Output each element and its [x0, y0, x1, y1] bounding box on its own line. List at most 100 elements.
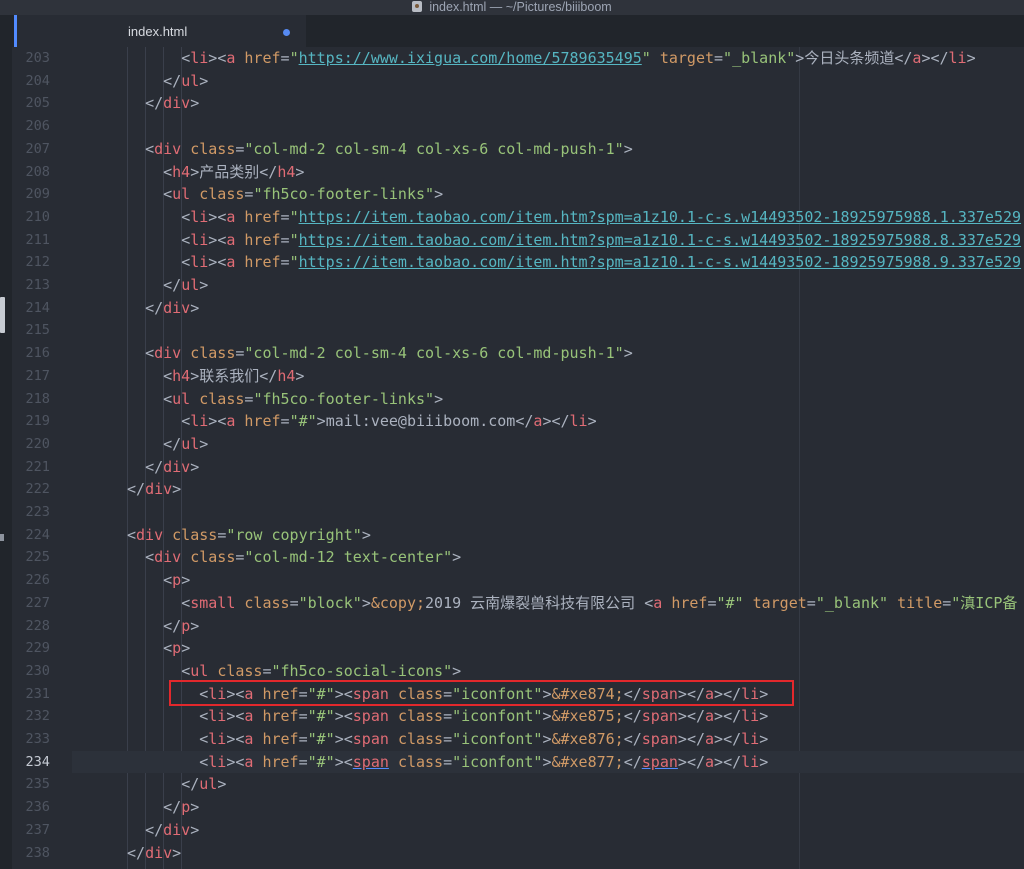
- line-number-gutter: 203 204 205 206 207 208 209 210 211 212 213 214 215 2…: [12, 47, 72, 869]
- tab-title: index.html: [128, 24, 188, 39]
- line-number: 231: [25, 685, 50, 702]
- code-text: </div>: [145, 298, 200, 317]
- line-number: 208: [25, 163, 50, 180]
- tab-index-html[interactable]: index.html: [14, 15, 306, 47]
- line-number: 225: [25, 549, 50, 566]
- line-number: 234: [25, 753, 50, 770]
- code-text: <h4>联系我们</h4>: [163, 366, 305, 385]
- window-title: index.html — ~/Pictures/biiiboom: [429, 0, 612, 14]
- left-dock-edge: [0, 47, 12, 869]
- line-number: 218: [25, 390, 50, 407]
- code-line[interactable]: <div class="col-md-12 text-center">: [72, 546, 1024, 569]
- line-number: 229: [25, 640, 50, 657]
- code-text: </div>: [145, 457, 200, 476]
- code-line[interactable]: <li><a href="https://item.taobao.com/ite…: [72, 229, 1024, 252]
- highlight-annotation-box: [169, 680, 794, 706]
- code-line[interactable]: <div class="col-md-2 col-sm-4 col-xs-6 c…: [72, 342, 1024, 365]
- code-text: <li><a href="#">mail:vee@biiiboom.com</a…: [181, 412, 597, 431]
- dock-handle[interactable]: [0, 297, 5, 333]
- line-number: 213: [25, 277, 50, 293]
- code-text: </p>: [163, 798, 200, 817]
- code-line[interactable]: [72, 501, 1024, 524]
- code-line[interactable]: </p>: [72, 615, 1024, 638]
- code-text: <li><a href="#"><span class="iconfont">&…: [199, 730, 769, 748]
- line-number: 215: [25, 322, 50, 339]
- unsaved-dot-icon[interactable]: [283, 29, 290, 36]
- code-text: </div>: [145, 820, 200, 839]
- line-number: 219: [25, 413, 50, 430]
- code-text: <li><a href="#"><span class="iconfont">&…: [199, 752, 769, 771]
- line-number: 226: [25, 572, 50, 589]
- code-line[interactable]: </div>: [72, 456, 1024, 479]
- line-number: 206: [25, 118, 50, 135]
- code-line[interactable]: <li><a href="https://item.taobao.com/ite…: [72, 206, 1024, 229]
- code-line[interactable]: </ul>: [72, 70, 1024, 93]
- code-text: <div class="col-md-2 col-sm-4 col-xs-6 c…: [145, 139, 633, 158]
- line-number: 222: [25, 481, 50, 498]
- window-title-bar: index.html — ~/Pictures/biiiboom: [0, 0, 1024, 15]
- line-number: 238: [25, 844, 50, 861]
- line-number: 228: [25, 617, 50, 634]
- line-number: 217: [25, 367, 50, 384]
- line-number: 221: [25, 458, 50, 475]
- code-line[interactable]: <div class="col-md-2 col-sm-4 col-xs-6 c…: [72, 138, 1024, 161]
- line-number: 230: [25, 662, 50, 679]
- code-line[interactable]: <p>: [72, 637, 1024, 660]
- line-number: 216: [25, 345, 50, 362]
- line-number: 227: [25, 594, 50, 611]
- code-line[interactable]: </ul>: [72, 433, 1024, 456]
- code-line[interactable]: <li><a href="#"><span class="iconfont">&…: [72, 750, 1024, 774]
- code-text: <div class="col-md-2 col-sm-4 col-xs-6 c…: [145, 344, 633, 363]
- code-text: <li><a href="https://item.taobao.com/ite…: [181, 230, 1022, 249]
- line-number: 220: [25, 435, 50, 452]
- line-number: 204: [25, 72, 50, 89]
- code-line[interactable]: <li><a href="#"><span class="iconfont">&…: [72, 728, 1024, 751]
- line-number: 203: [25, 50, 50, 66]
- line-number: 233: [25, 731, 50, 747]
- line-number: 223: [25, 504, 50, 520]
- code-line[interactable]: <li><a href="#"><span class="iconfont">&…: [72, 705, 1024, 728]
- code-line[interactable]: <p>: [72, 569, 1024, 592]
- code-line[interactable]: </ul>: [72, 274, 1024, 297]
- code-line[interactable]: </ul>: [72, 773, 1024, 796]
- code-line[interactable]: <div class="row copyright">: [72, 524, 1024, 547]
- code-line[interactable]: </div>: [72, 842, 1024, 865]
- code-line[interactable]: </p>: [72, 796, 1024, 819]
- code-line[interactable]: </div>: [72, 819, 1024, 842]
- code-text: <h4>产品类别</h4>: [163, 162, 305, 181]
- line-number: 232: [25, 708, 50, 725]
- code-text: </p>: [163, 616, 200, 635]
- line-number: 235: [25, 776, 50, 793]
- code-line[interactable]: <li><a href="https://www.ixigua.com/home…: [72, 47, 1024, 70]
- code-text: </ul>: [163, 276, 209, 294]
- code-editor[interactable]: 203 204 205 206 207 208 209 210 211 212 213 214 215 2…: [12, 47, 1024, 869]
- code-line[interactable]: </div>: [72, 92, 1024, 115]
- code-text: <ul class="fh5co-footer-links">: [163, 389, 444, 408]
- code-line[interactable]: </div>: [72, 478, 1024, 501]
- code-text: </div>: [145, 94, 200, 113]
- code-text: <ul class="fh5co-footer-links">: [163, 185, 444, 204]
- line-number: 205: [25, 95, 50, 112]
- code-text: </div>: [127, 843, 182, 862]
- code-line[interactable]: [72, 115, 1024, 138]
- code-line[interactable]: <h4>联系我们</h4>: [72, 365, 1024, 388]
- code-line[interactable]: <small class="block">&copy;2019 云南爆裂兽科技有…: [72, 592, 1024, 615]
- dock-marker: [0, 534, 4, 541]
- code-line[interactable]: <li><a href="#">mail:vee@biiiboom.com</a…: [72, 410, 1024, 433]
- code-line[interactable]: </div>: [72, 297, 1024, 320]
- code-text: <li><a href="#"><span class="iconfont">&…: [199, 707, 769, 726]
- code-text: <p>: [163, 571, 191, 590]
- html-file-icon: [412, 1, 423, 12]
- code-line[interactable]: [72, 319, 1024, 342]
- code-text: </ul>: [163, 434, 209, 453]
- tab-bar: index.html: [0, 15, 1024, 47]
- code-line[interactable]: <li><a href="https://item.taobao.com/ite…: [72, 251, 1024, 274]
- code-text: <div class="col-md-12 text-center">: [145, 548, 462, 567]
- code-line[interactable]: <ul class="fh5co-footer-links">: [72, 388, 1024, 411]
- line-number: 207: [25, 140, 50, 157]
- code-text: <ul class="fh5co-social-icons">: [181, 661, 462, 680]
- code-line[interactable]: <h4>产品类别</h4>: [72, 161, 1024, 184]
- code-text: <small class="block">&copy;2019 云南爆裂兽科技有…: [181, 593, 1018, 612]
- line-number: 209: [25, 186, 50, 203]
- code-line[interactable]: <ul class="fh5co-footer-links">: [72, 183, 1024, 206]
